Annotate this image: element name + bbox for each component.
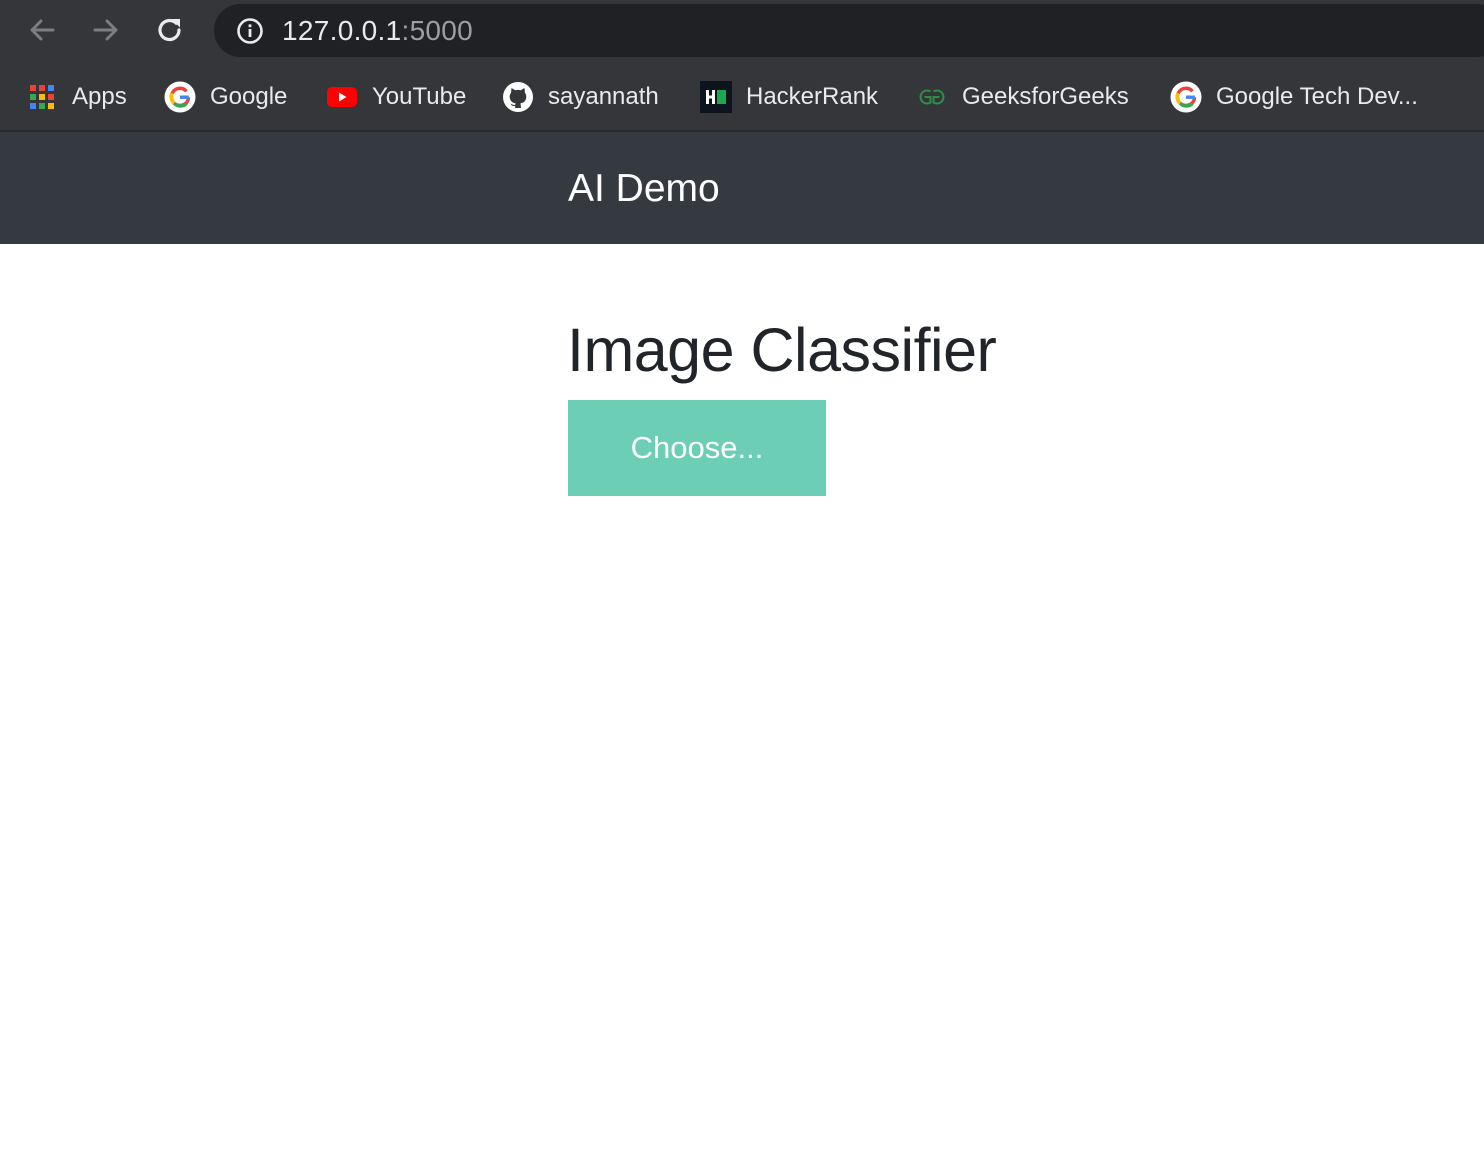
bookmark-google-tech-dev[interactable]: Google Tech Dev... [1170,80,1418,114]
arrow-right-icon [93,19,118,41]
bookmark-label: Apps [72,83,127,110]
youtube-icon [326,81,358,113]
address-bar[interactable]: 127.0.0.1:5000 [214,4,1484,57]
reload-icon [158,18,181,42]
url-port: :5000 [401,15,474,46]
bookmark-label: GeeksforGeeks [962,83,1129,110]
forward-button[interactable] [86,12,126,48]
google-icon [1170,81,1202,113]
bookmark-google[interactable]: Google [164,80,287,114]
back-button[interactable] [22,12,62,48]
google-icon [164,81,196,113]
bookmark-hackerrank[interactable]: HackerRank [700,80,878,114]
choose-file-button[interactable]: Choose... [568,400,826,496]
bookmark-label: Google Tech Dev... [1216,83,1418,110]
hackerrank-icon [700,81,732,113]
bookmark-youtube[interactable]: YouTube [326,80,466,114]
reload-button[interactable] [150,12,190,48]
page-title: Image Classifier [567,316,997,384]
github-icon [502,81,534,113]
info-icon[interactable] [236,17,264,45]
bookmark-label: sayannath [548,83,659,110]
geeksforgeeks-icon [916,81,948,113]
bookmark-label: YouTube [372,83,467,110]
bookmarks-bar: Apps Google YouTube sayannath HackerRank… [0,62,1484,132]
navbar-brand[interactable]: AI Demo [568,166,720,212]
bookmark-geeksforgeeks[interactable]: GeeksforGeeks [916,80,1129,114]
bookmark-label: Google [210,83,288,110]
arrow-left-icon [30,19,55,41]
apps-grid-icon [26,81,58,113]
url-text[interactable]: 127.0.0.1:5000 [282,16,473,46]
site-navbar: AI Demo [0,132,1484,244]
bookmark-label: HackerRank [746,83,879,110]
bookmark-apps[interactable]: Apps [26,80,127,114]
browser-toolbar: 127.0.0.1:5000 [0,0,1484,62]
url-host: 127.0.0.1 [282,15,402,46]
bookmark-github[interactable]: sayannath [502,80,659,114]
